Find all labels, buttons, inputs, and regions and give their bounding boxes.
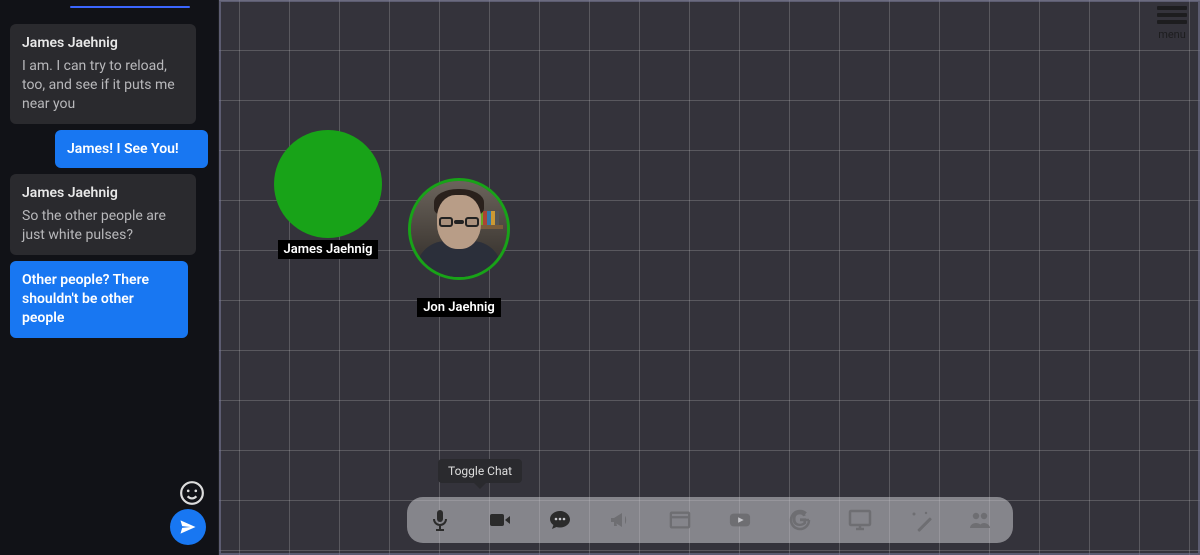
- chat-icon: [547, 508, 573, 532]
- hamburger-icon: [1157, 6, 1187, 10]
- avatar-james[interactable]: James Jaehnig: [274, 130, 382, 259]
- people-button[interactable]: [965, 505, 995, 535]
- video-icon: [487, 508, 513, 532]
- tooltip-text: Toggle Chat: [448, 464, 512, 478]
- avatar-label: Jon Jaehnig: [417, 298, 501, 317]
- window-icon: [667, 509, 693, 531]
- chat-tab-indicator: [70, 6, 190, 8]
- send-button[interactable]: [170, 509, 206, 545]
- chat-message: Other people? There shouldn't be other p…: [10, 261, 188, 338]
- bottom-toolbar: G: [407, 497, 1013, 543]
- youtube-icon: [725, 509, 755, 531]
- chat-message-sender: James Jaehnig: [22, 34, 184, 53]
- megaphone-icon: [607, 508, 633, 532]
- emoji-button[interactable]: [178, 479, 206, 507]
- magic-wand-icon: [908, 508, 932, 532]
- monitor-icon: [846, 508, 874, 532]
- chat-top-spacer: [0, 0, 218, 4]
- menu-button[interactable]: menu: [1152, 6, 1192, 41]
- avatar-circle: [408, 178, 510, 280]
- chat-sidebar: James Jaehnig I am. I can try to reload,…: [0, 0, 219, 555]
- google-button[interactable]: G: [785, 505, 815, 535]
- canvas-grid: [219, 0, 1200, 555]
- chat-message-body: Other people? There shouldn't be other p…: [22, 271, 176, 328]
- send-icon: [178, 517, 198, 537]
- spatial-canvas[interactable]: James Jaehnig Jon Jaehnig menu: [219, 0, 1200, 555]
- avatar-jon[interactable]: Jon Jaehnig: [408, 178, 510, 317]
- app-root: James Jaehnig I am. I can try to reload,…: [0, 0, 1200, 555]
- chat-message: James Jaehnig I am. I can try to reload,…: [10, 24, 196, 124]
- chat-button[interactable]: [545, 505, 575, 535]
- tooltip-toggle-chat: Toggle Chat: [438, 459, 522, 483]
- people-icon: [966, 508, 994, 532]
- chat-message-body: I am. I can try to reload, too, and see …: [22, 57, 184, 114]
- screenshare-button[interactable]: [845, 505, 875, 535]
- window-button[interactable]: [665, 505, 695, 535]
- microphone-button[interactable]: [425, 505, 455, 535]
- chat-message: James Jaehnig So the other people are ju…: [10, 174, 196, 255]
- chat-message-body: So the other people are just white pulse…: [22, 207, 184, 245]
- avatar-circle: [274, 130, 382, 238]
- chat-message-sender: James Jaehnig: [22, 184, 184, 203]
- menu-label: menu: [1158, 28, 1186, 41]
- avatar-label: James Jaehnig: [278, 240, 379, 259]
- video-button[interactable]: [485, 505, 515, 535]
- hamburger-icon: [1157, 13, 1187, 17]
- smile-icon: [179, 480, 205, 506]
- chat-message: James! I See You!: [55, 130, 208, 169]
- avatar-webcam-image: [411, 181, 507, 277]
- youtube-button[interactable]: [725, 505, 755, 535]
- hamburger-icon: [1157, 20, 1187, 24]
- microphone-icon: [428, 508, 452, 532]
- chat-message-body: James! I See You!: [67, 140, 196, 159]
- magic-button[interactable]: [905, 505, 935, 535]
- megaphone-button[interactable]: [605, 505, 635, 535]
- chat-composer: [0, 489, 218, 549]
- chat-messages: James Jaehnig I am. I can try to reload,…: [0, 18, 218, 555]
